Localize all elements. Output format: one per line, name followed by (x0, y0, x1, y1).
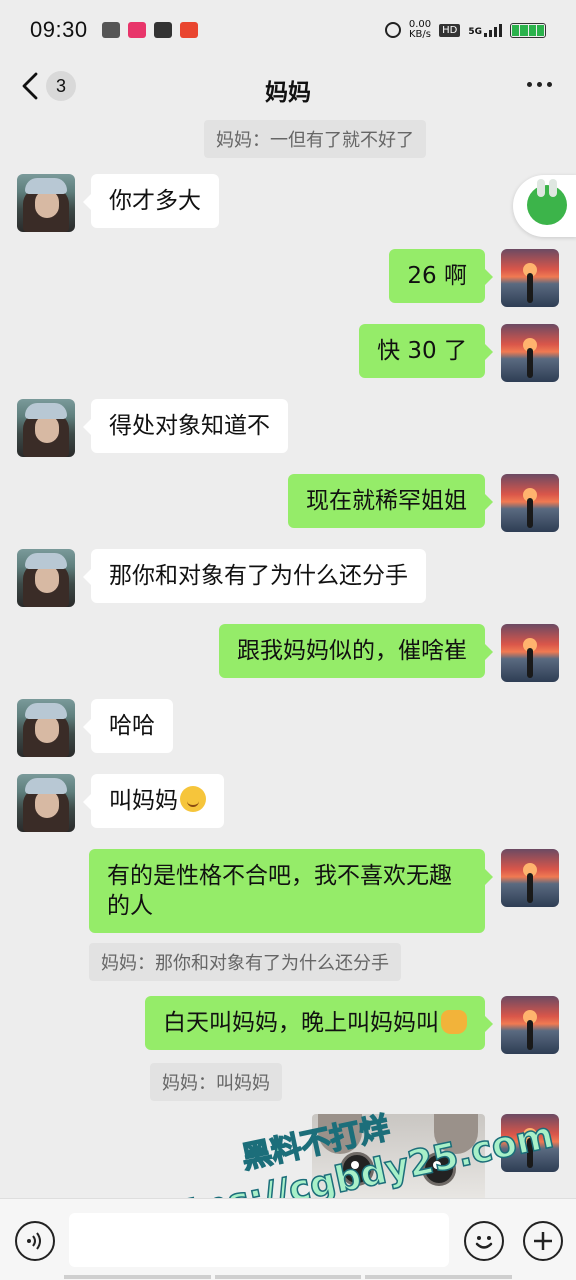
signal-label: 5G (468, 27, 482, 37)
plus-icon[interactable] (523, 1221, 563, 1261)
message-text: 叫妈妈 (109, 788, 178, 814)
cat-emoji-icon (441, 1010, 467, 1034)
avatar[interactable] (17, 399, 75, 457)
message-bubble[interactable]: 跟我妈妈似的，催啥崔 (219, 624, 493, 678)
battery-icon (510, 22, 546, 38)
message-bubble[interactable]: 现在就稀罕姐姐 (288, 474, 493, 528)
quoted-message: 妈妈：那你和对象有了为什么还分手 (89, 943, 401, 981)
signal-indicator: 5G (468, 23, 502, 37)
alarm-icon (384, 22, 401, 38)
chat-header: 3 妈妈 (0, 60, 576, 120)
status-bar: 09:30 0.00 KB/s HD 5G (0, 0, 576, 60)
smiley-icon (475, 1236, 493, 1249)
shop-icon (127, 22, 146, 38)
voice-waves-icon (27, 1232, 41, 1250)
message-bubble[interactable]: 白天叫妈妈，晚上叫妈妈叫 (145, 996, 493, 1050)
blushing-emoji-icon (180, 786, 206, 812)
message-bubble[interactable]: 那你和对象有了为什么还分手 (83, 549, 426, 603)
avatar[interactable] (17, 549, 75, 607)
chevron-left-icon (22, 72, 38, 100)
signal-bars-icon (484, 23, 502, 37)
chat-title: 妈妈 (265, 80, 311, 106)
avatar[interactable] (501, 996, 559, 1054)
status-right: 0.00 KB/s HD 5G (384, 20, 546, 40)
message-list[interactable]: 妈妈：一但有了就不好了 你才多大 26 啊 快 30 了 得处对象知道不 现在就… (0, 118, 576, 1198)
bilibili-icon (101, 22, 120, 38)
floating-rabbit-icon[interactable] (513, 175, 576, 237)
avatar[interactable] (17, 774, 75, 832)
status-app-icons (101, 22, 198, 38)
avatar[interactable] (501, 849, 559, 907)
mail-icon (153, 22, 172, 38)
avatar[interactable] (17, 174, 75, 232)
plus-cross-icon (534, 1232, 552, 1250)
message-bubble[interactable]: 哈哈 (83, 699, 173, 753)
message-text: 白天叫妈妈，晚上叫妈妈叫 (163, 1010, 439, 1036)
home-indicator (64, 1275, 513, 1279)
back-button[interactable]: 3 (20, 71, 76, 101)
avatar[interactable] (17, 699, 75, 757)
message-bubble[interactable]: 得处对象知道不 (83, 399, 288, 453)
avatar[interactable] (501, 249, 559, 307)
emoji-face-icon[interactable] (464, 1221, 504, 1261)
message-bubble[interactable]: 你才多大 (83, 174, 219, 228)
quoted-message: 妈妈：叫妈妈 (150, 1063, 282, 1101)
message-input[interactable] (69, 1213, 449, 1267)
input-bar (0, 1198, 576, 1280)
message-bubble[interactable]: 有的是性格不合吧，我不喜欢无趣 的人 (89, 849, 493, 933)
message-bubble[interactable]: 叫妈妈 (83, 774, 224, 828)
audio-app-icon (179, 22, 198, 38)
hd-badge: HD (439, 23, 461, 37)
quoted-message: 妈妈：一但有了就不好了 (204, 120, 426, 158)
cat-photo-image[interactable] (312, 1114, 485, 1198)
message-bubble[interactable]: 26 啊 (389, 249, 493, 303)
avatar[interactable] (501, 324, 559, 382)
unread-count-badge: 3 (46, 71, 76, 101)
voice-icon[interactable] (15, 1221, 55, 1261)
avatar[interactable] (501, 624, 559, 682)
more-dots-icon[interactable] (527, 82, 552, 87)
avatar[interactable] (501, 474, 559, 532)
message-text-line1: 有的是性格不合吧，我不喜欢无趣 (107, 863, 452, 889)
status-time: 09:30 (30, 17, 88, 42)
message-bubble[interactable]: 快 30 了 (359, 324, 493, 378)
avatar[interactable] (501, 1114, 559, 1172)
net-speed: 0.00 KB/s (409, 20, 431, 40)
message-text-line2: 的人 (107, 893, 153, 919)
net-speed-unit: KB/s (408, 29, 431, 40)
